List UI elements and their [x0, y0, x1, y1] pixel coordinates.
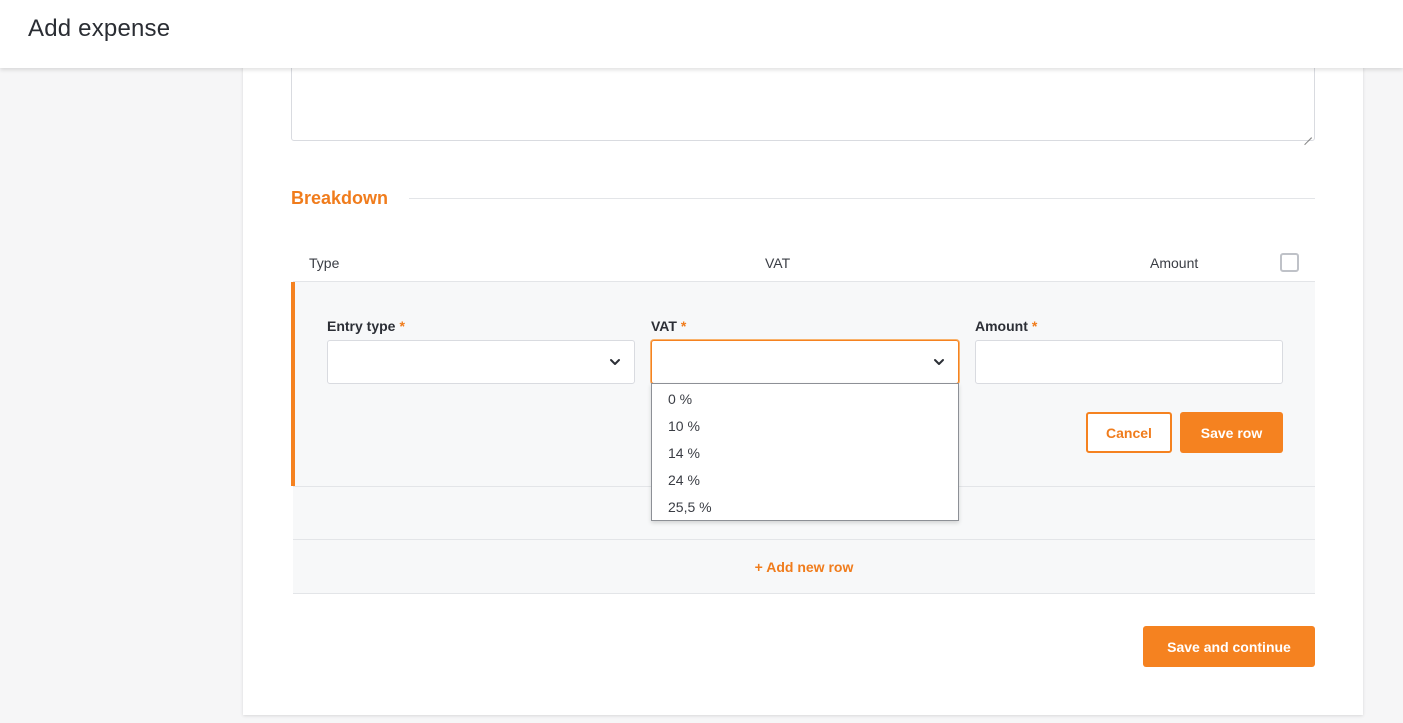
vat-option[interactable]: 24 % — [668, 472, 700, 488]
vat-label: VAT * — [651, 318, 686, 334]
vat-option[interactable]: 25,5 % — [668, 499, 712, 515]
add-new-row-button[interactable]: + Add new row — [293, 540, 1315, 594]
vat-dropdown-list: 0 % 10 % 14 % 24 % 25,5 % — [651, 383, 959, 521]
description-textarea[interactable] — [291, 60, 1315, 141]
page-title: Add expense — [28, 15, 171, 42]
save-and-continue-button[interactable]: Save and continue — [1143, 626, 1315, 667]
amount-label-text: Amount — [975, 318, 1028, 334]
entry-type-select[interactable] — [327, 340, 635, 384]
vat-label-text: VAT — [651, 318, 677, 334]
vat-select[interactable] — [651, 340, 959, 384]
column-header-vat: VAT — [765, 255, 791, 271]
amount-label: Amount * — [975, 318, 1037, 334]
vat-option[interactable]: 10 % — [668, 418, 700, 434]
section-divider — [409, 198, 1315, 199]
chevron-down-icon — [934, 359, 944, 365]
required-mark: * — [399, 318, 405, 334]
amount-input[interactable] — [975, 340, 1283, 384]
resize-handle-icon[interactable] — [1304, 130, 1312, 138]
column-header-type: Type — [309, 255, 340, 271]
entry-type-label-text: Entry type — [327, 318, 396, 334]
column-header-amount: Amount — [1150, 255, 1199, 271]
top-bar: Add expense — [0, 0, 1403, 68]
add-new-row-label: + Add new row — [754, 558, 854, 575]
cancel-button[interactable]: Cancel — [1086, 412, 1172, 453]
required-mark: * — [680, 318, 687, 334]
save-row-button[interactable]: Save row — [1180, 412, 1283, 453]
required-mark: * — [1031, 318, 1038, 334]
chevron-down-icon — [610, 359, 620, 365]
select-all-checkbox[interactable] — [1280, 253, 1299, 272]
vat-option[interactable]: 14 % — [668, 445, 700, 461]
entry-type-label: Entry type * — [327, 318, 405, 334]
breakdown-section-title: Breakdown — [291, 188, 389, 208]
vat-option[interactable]: 0 % — [668, 391, 692, 407]
